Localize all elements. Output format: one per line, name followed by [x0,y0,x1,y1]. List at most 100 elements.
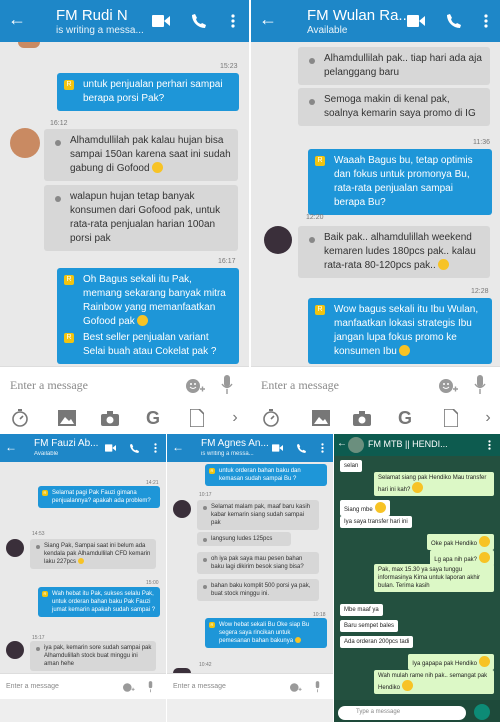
document-icon[interactable] [441,408,461,428]
video-icon[interactable] [104,442,116,454]
incoming-message: walapun hujan tetap banyak konsumen dari… [44,185,238,251]
outgoing-message: Waaah Bagus bu, tetap optimis dan fokus … [308,149,492,215]
smile-emoji-icon [437,259,449,270]
smile-emoji-icon [412,482,424,493]
avatar[interactable] [6,539,24,557]
message-input[interactable]: Enter a message [261,378,339,393]
chat-title: FM Fauzi Ab... [34,438,99,449]
mic-icon[interactable] [473,374,487,396]
incoming-message: Iya saya transfer hari ini [340,516,412,528]
camera-icon[interactable] [100,408,120,428]
phone-icon[interactable] [128,442,140,454]
back-arrow-icon[interactable]: ← [5,440,17,454]
smile-emoji-icon [295,637,302,643]
message-input[interactable]: Enter a message [173,683,226,690]
phone-icon[interactable] [190,12,208,30]
mic-icon[interactable] [145,680,155,694]
avatar[interactable] [173,500,191,518]
avatar[interactable] [264,226,292,254]
smile-emoji-icon [151,162,163,173]
chat-status: is writing a messa... [201,451,254,457]
message-time: 14:53 [32,531,45,537]
incoming-message: Siang mbe [340,500,390,516]
incoming-message: iya pak, kemarin sore sudah sampai pak A… [30,641,156,671]
incoming-message: Alhamdullilah pak.. tiap hari ada aja pe… [298,47,490,85]
message-input[interactable]: Type a message [338,706,466,720]
back-arrow-icon[interactable]: ← [337,438,347,450]
outgoing-message: untuk penjualan perhari sampai berapa po… [57,73,239,111]
outgoing-message: Selamat pagi Pak Fauzi gimana penjualann… [38,486,160,508]
smile-emoji-icon [78,558,85,564]
incoming-message: Selamat malam pak, maaf baru kasih kabar… [197,500,319,530]
image-icon[interactable] [57,408,77,428]
document-icon[interactable] [187,408,207,428]
chat-panel-rudi: ← FM Rudi N is writing a messa... 15:23 … [0,0,249,432]
incoming-message: oh iya pak saya mau pesen bahan baku lag… [197,552,319,574]
timer-icon[interactable] [10,408,30,428]
chat-header: ← FM Wulan Ra... Available [251,0,500,42]
chevron-right-icon[interactable]: › [481,408,495,428]
chat-panel-wulan: ← FM Wulan Ra... Available Alhamdullilah… [251,0,500,432]
menu-dots-icon[interactable] [319,442,325,454]
attachment-toolbar: G › [0,404,249,432]
mic-icon[interactable] [220,374,234,396]
emoji-icon[interactable] [288,681,302,693]
message-time: 12:20 [306,214,324,221]
camera-icon[interactable] [352,408,372,428]
outgoing-message: Wow bagus sekali itu Ibu Wulan, manfaatk… [308,298,492,364]
mic-icon[interactable] [312,680,322,694]
chat-title: FM Wulan Ra... [307,7,411,24]
attachment-toolbar [0,699,166,722]
menu-dots-icon[interactable] [481,12,491,30]
menu-dots-icon[interactable] [228,12,238,30]
incoming-message: Semoga makin di kenal pak, soalnya kemar… [298,88,490,126]
chat-title: FM Rudi N [56,7,128,24]
message-input[interactable]: Enter a message [6,683,59,690]
video-icon[interactable] [407,12,425,30]
chat-header: ← FM MTB || HENDI... [334,434,500,456]
menu-dots-icon[interactable] [486,438,492,452]
avatar[interactable] [6,641,24,659]
timer-icon[interactable] [261,408,281,428]
google-icon[interactable]: G [395,408,415,428]
smile-emoji-icon [479,552,490,563]
video-icon[interactable] [152,12,170,30]
message-input[interactable]: Enter a message [10,378,88,393]
outgoing-message: Selamat siang pak Hendiko Mau transfer h… [374,472,494,496]
incoming-message: Mbe maaf ya [340,604,383,616]
message-input-bar: Enter a message [251,366,500,404]
outgoing-message: Wow hebat sekali Bu Oke siap Bu segera s… [205,618,327,648]
chat-header: ← FM Agnes An... is writing a messa... [167,434,333,462]
emoji-icon[interactable] [184,376,206,396]
chat-panel-fauzi: ← FM Fauzi Ab... Available 14:21 Selamat… [0,434,166,722]
chevron-right-icon[interactable]: › [228,408,242,428]
emoji-icon[interactable] [121,681,135,693]
menu-dots-icon[interactable] [152,442,158,454]
message-time: 11:36 [473,139,490,146]
back-arrow-icon[interactable]: ← [8,10,26,28]
smile-emoji-icon [479,536,490,547]
message-time: 10:42 [199,662,212,668]
avatar[interactable] [10,128,40,158]
mic-icon[interactable] [474,704,490,720]
smile-emoji-icon [398,345,410,356]
incoming-message: Baik pak.. alhamdulillah weekend kemaren… [298,226,490,278]
video-icon[interactable] [271,442,283,454]
phone-icon[interactable] [295,442,307,454]
chat-panel-mtb: ← FM MTB || HENDI... selan Selamat siang… [334,434,500,722]
chat-title: FM Agnes An... [201,438,269,449]
back-arrow-icon[interactable]: ← [172,440,184,454]
attachment-toolbar [167,699,333,722]
smile-emoji-icon [479,656,490,667]
smile-emoji-icon [136,315,148,326]
back-arrow-icon[interactable]: ← [259,10,277,28]
image-icon[interactable] [311,408,331,428]
emoji-icon[interactable] [437,376,459,396]
phone-icon[interactable] [445,12,463,30]
smile-emoji-icon [402,680,414,691]
avatar[interactable] [348,437,364,453]
chat-panel-agnes: ← FM Agnes An... is writing a messa... u… [167,434,333,722]
google-icon[interactable]: G [143,408,163,428]
message-time: 16:12 [50,120,68,127]
incoming-message: Ada orderan 200pcs tadi [340,636,414,648]
